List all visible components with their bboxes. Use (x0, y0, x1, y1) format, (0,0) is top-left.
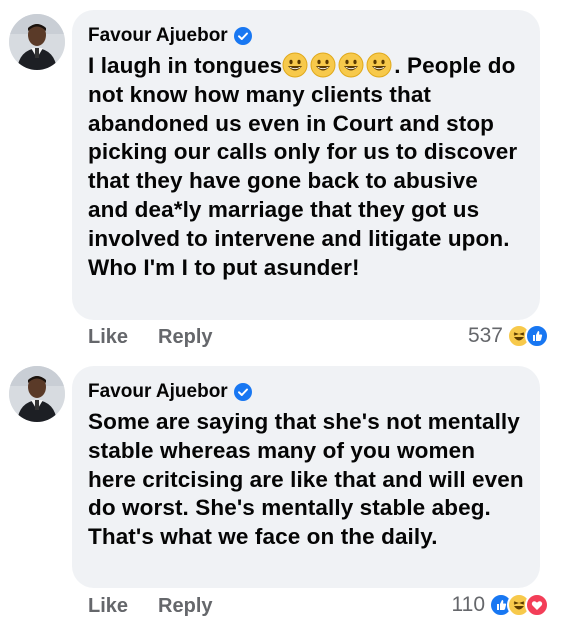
author-name[interactable]: Favour Ajuebor (88, 381, 228, 403)
grinning-face-icon (310, 52, 336, 78)
comment-text: I laugh in tongues. People do not know h… (88, 52, 524, 282)
like-reaction-icon (525, 324, 549, 348)
comment-text-start: I laugh in tongues (88, 53, 283, 78)
comment-text-rest: . People do not know how many clients th… (88, 53, 518, 280)
comment-actions: Like Reply (88, 322, 213, 352)
comment-bubble: Favour Ajuebor Some are saying that she'… (72, 366, 540, 588)
verified-badge-icon (233, 27, 252, 45)
grinning-face-icon (366, 52, 392, 78)
emoji-group (282, 52, 394, 78)
comment-actions: Like Reply (88, 591, 213, 621)
reply-button[interactable]: Reply (158, 326, 212, 349)
verified-badge-icon (233, 383, 252, 401)
reaction-summary[interactable]: 537 (468, 321, 549, 351)
reaction-summary[interactable]: 110 (452, 590, 549, 620)
comment-bubble: Favour Ajuebor I laugh in tongues. Peopl… (72, 10, 540, 320)
like-button[interactable]: Like (88, 326, 128, 349)
avatar[interactable] (9, 14, 65, 70)
like-button[interactable]: Like (88, 595, 128, 618)
grinning-face-icon (282, 52, 308, 78)
comment-text: Some are saying that she's not mentally … (88, 409, 524, 550)
author-name[interactable]: Favour Ajuebor (88, 25, 228, 47)
avatar[interactable] (9, 366, 65, 422)
grinning-face-icon (338, 52, 364, 78)
reply-button[interactable]: Reply (158, 595, 212, 618)
love-reaction-icon (525, 593, 549, 617)
reaction-count: 537 (467, 324, 503, 347)
reaction-count: 110 (451, 593, 485, 616)
